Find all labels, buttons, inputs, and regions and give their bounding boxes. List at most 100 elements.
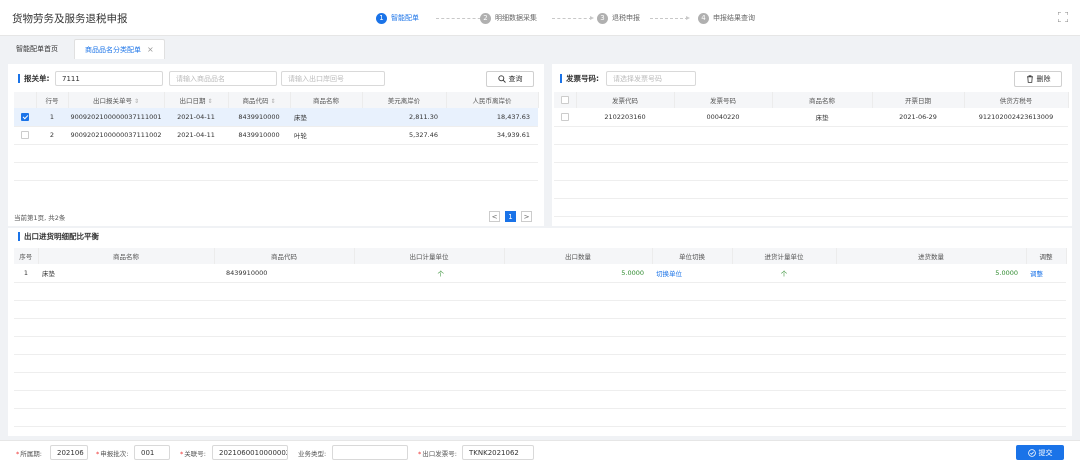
table-row[interactable]: 2 9009202100000037111002 2021-04-11 8439…	[14, 126, 538, 145]
row-checkbox[interactable]	[561, 112, 569, 121]
invoice-number-input[interactable]: 请选择发票号码	[606, 71, 696, 86]
tab-home[interactable]: 智能配单首页	[6, 39, 68, 59]
check-circle-icon	[1027, 448, 1036, 457]
col-supplier-tax-id: 供货方税号	[964, 92, 1069, 108]
declaration-table: 行号 出口报关单号 ⇕ 出口日期 ⇕ 商品代码 ⇕ 商品名称 美元离岸价 人民币离岸价…	[14, 92, 539, 198]
table-header: 序号 商品名称 商品代码 出口计量单位 出口数量 单位切换 进货计量单位 进货数…	[14, 248, 1067, 264]
table-row[interactable]: 1 床垫 8439910000 个 5.0000 切换单位 个 5.0000 调…	[14, 264, 1066, 283]
cell-line: 1	[36, 108, 68, 127]
search-icon	[497, 75, 506, 83]
col-export-unit: 出口计量单位	[354, 248, 505, 264]
biz-type-input[interactable]	[332, 445, 408, 460]
table-row[interactable]: 1 9009202100000037111001 2021-04-11 8439…	[14, 108, 538, 127]
cell-date: 2021-04-11	[164, 126, 228, 145]
tab-bar: 智能配单首页 商品品名分类配单 ×	[0, 37, 1080, 59]
port-input[interactable]: 请输入出口岸回号	[281, 71, 385, 86]
table-row[interactable]: 2102203160 00040220 床垫 2021-06-29 912102…	[554, 108, 1068, 127]
col-export-date[interactable]: 出口日期 ⇕	[164, 92, 229, 108]
cell-name: 床垫	[290, 108, 362, 127]
switch-unit-link[interactable]: 切换单位	[652, 264, 732, 283]
empty-row	[14, 390, 1066, 409]
query-button[interactable]: 查询	[486, 71, 534, 87]
invoice-panel: 发票号码: 请选择发票号码 删除 发票代码 发票号码 商品名称 开票日期 供货方…	[552, 64, 1072, 226]
col-adjust: 调整	[1026, 248, 1067, 264]
cell-export-qty: 5.0000	[504, 264, 652, 283]
col-issue-date: 开票日期	[872, 92, 965, 108]
step-progress: 1 智能配单 2 明细数据采集 3 退税申报 4 申报结果查询	[376, 11, 796, 25]
declaration-panel: 报关单: 7111 请输入商品品名 请输入出口岸回号 查询 行号 出口报关单号 ⇕…	[8, 64, 544, 226]
col-purchase-qty: 进货数量	[836, 248, 1027, 264]
empty-row	[14, 144, 538, 163]
step-number: 4	[698, 12, 709, 24]
period-input[interactable]: 202106	[50, 445, 88, 460]
cell-invoice-code: 2102203160	[576, 108, 674, 127]
invoice-label: 发票号码:	[560, 73, 599, 84]
export-invoice-input[interactable]: TKNK2021062	[462, 445, 534, 460]
pager-prev-button[interactable]: <	[489, 211, 500, 222]
biz-type-label: 业务类型:	[298, 450, 327, 458]
cell-purchase-unit: 个	[732, 264, 836, 283]
step-2[interactable]: 2 明细数据采集	[480, 11, 537, 25]
cell-usd: 5,327.46	[362, 126, 446, 145]
empty-row	[14, 336, 1066, 355]
declaration-input[interactable]: 7111	[55, 71, 163, 86]
link-no-input[interactable]: 20210600100000021	[212, 445, 288, 460]
col-export-qty: 出口数量	[504, 248, 653, 264]
submit-button[interactable]: 提交	[1016, 445, 1064, 460]
pager-next-button[interactable]: >	[521, 211, 532, 222]
submit-label: 提交	[1038, 448, 1053, 457]
empty-row	[554, 180, 1068, 199]
col-product-code: 商品代码	[214, 248, 355, 264]
step-number: 3	[597, 12, 608, 24]
empty-row	[14, 354, 1066, 373]
cell-usd: 2,811.30	[362, 108, 446, 127]
col-seq: 序号	[14, 248, 39, 264]
cell-code: 8439910000	[228, 126, 290, 145]
cell-tax-id: 912102002423613009	[964, 108, 1068, 127]
step-4[interactable]: 4 申报结果查询	[698, 11, 755, 25]
empty-row	[554, 162, 1068, 181]
empty-row	[14, 408, 1066, 427]
step-3[interactable]: 3 退税申报	[597, 11, 640, 25]
row-checkbox[interactable]	[21, 131, 29, 139]
period-label: *所属期:	[16, 450, 42, 458]
delete-button[interactable]: 删除	[1014, 71, 1062, 87]
adjust-link[interactable]: 调整	[1026, 264, 1066, 283]
export-invoice-label: *出口发票号:	[418, 450, 457, 458]
close-icon[interactable]: ×	[147, 45, 154, 54]
cell-cny: 18,437.63	[446, 108, 538, 127]
cell-name: 床垫	[38, 264, 214, 283]
step-label: 智能配单	[391, 14, 419, 22]
product-name-input[interactable]: 请输入商品品名	[169, 71, 277, 86]
cell-decl-no: 9009202100000037111001	[68, 108, 164, 127]
cell-decl-no: 9009202100000037111002	[68, 126, 164, 145]
col-decl-no[interactable]: 出口报关单号 ⇕	[68, 92, 165, 108]
col-product-name: 商品名称	[772, 92, 873, 108]
fullscreen-icon[interactable]	[1058, 12, 1068, 22]
query-label: 查询	[508, 75, 523, 83]
cell-purchase-qty: 5.0000	[836, 264, 1026, 283]
col-cny: 人民币离岸价	[446, 92, 539, 108]
declaration-label: 报关单:	[18, 73, 50, 84]
top-bar: 货物劳务及服务退税申报 1 智能配单 2 明细数据采集 3 退税申报 4 申报结…	[0, 0, 1080, 36]
col-line: 行号	[36, 92, 69, 108]
step-number: 1	[376, 12, 387, 24]
batch-label: *申报批次:	[96, 450, 129, 458]
cell-seq: 1	[14, 264, 38, 283]
tab-active-label: 商品品名分类配单	[85, 45, 141, 54]
empty-row	[14, 282, 1066, 301]
step-connector	[552, 16, 594, 20]
empty-row	[554, 126, 1068, 145]
empty-row	[554, 144, 1068, 163]
col-product-code[interactable]: 商品代码 ⇕	[228, 92, 291, 108]
step-1[interactable]: 1 智能配单	[376, 11, 419, 25]
tab-category-match[interactable]: 商品品名分类配单 ×	[74, 39, 165, 59]
pager-page-1[interactable]: 1	[505, 211, 516, 222]
select-all-checkbox[interactable]	[560, 96, 569, 104]
batch-input[interactable]: 001	[134, 445, 170, 460]
table-header: 发票代码 发票号码 商品名称 开票日期 供货方税号	[554, 92, 1069, 108]
empty-row	[14, 300, 1066, 319]
cell-date: 2021-04-11	[164, 108, 228, 127]
row-checkbox[interactable]	[21, 112, 29, 121]
col-usd: 美元离岸价	[362, 92, 447, 108]
